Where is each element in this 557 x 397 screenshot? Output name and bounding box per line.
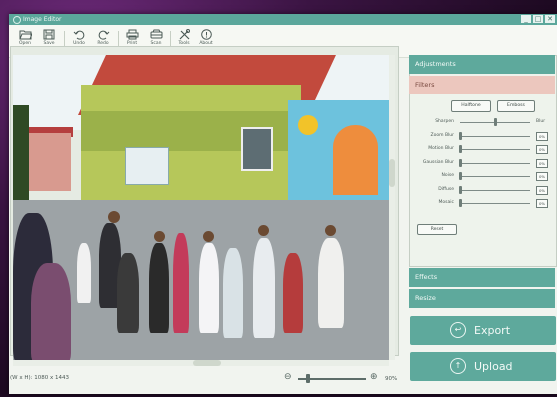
horizontal-scrollbar[interactable] [13,360,389,366]
filter-label: Gaussian Blur [422,159,454,165]
filter-slider[interactable] [460,162,530,164]
undo-icon [73,30,84,40]
filter-label: Motion Blur [428,146,454,151]
photo-person [199,243,219,333]
adjustments-header[interactable]: Adjustments [409,55,555,74]
photo-person [117,253,139,333]
zoom-out-icon[interactable]: ⊖ [284,372,292,382]
export-button[interactable]: ↩ Export [410,316,556,345]
filter-value-box[interactable]: 0% [536,158,548,168]
image-dimensions: (W x H): 1080 x 1443 [10,375,69,381]
upload-button[interactable]: ↑ Upload [410,352,556,381]
photo-person [283,253,303,333]
minimize-button[interactable]: _ [521,15,531,23]
photo-person [223,248,243,338]
filter-slider[interactable] [460,135,530,137]
filter-slider-thumb[interactable] [459,131,462,140]
emboss-button[interactable]: Emboss [497,100,535,112]
filter-value-box[interactable]: 0% [536,199,548,208]
tools-icon [179,29,190,40]
photo-person [318,238,344,328]
save-icon [43,29,55,40]
filter-value-box[interactable]: 0% [536,131,548,141]
photo-person [31,263,71,360]
photo-mural-house [333,125,378,195]
filters-header[interactable]: Filters [409,76,555,94]
photo-notice-board [125,147,169,185]
upload-icon: ↑ [450,358,466,374]
filter-label: Noise [441,173,454,178]
horizontal-scroll-thumb[interactable] [193,360,221,366]
vertical-scrollbar[interactable] [389,55,395,360]
filter-slider[interactable] [460,176,530,177]
filter-slider-thumb[interactable] [459,158,462,167]
reset-button[interactable]: Reset [417,224,457,235]
photo-person [77,243,91,303]
filter-label: Zoom Blur [430,132,454,138]
halftone-button[interactable]: Halftone [451,100,491,112]
photo-head [258,225,269,236]
filter-slider[interactable] [460,149,530,150]
photo-tree [13,105,29,215]
upload-label: Upload [474,360,513,373]
redo-icon [98,30,109,40]
title-bar: Image Editor _ □ ✕ [9,14,557,25]
filter-row: Sharpen Blur [410,117,556,127]
folder-open-icon [19,30,32,40]
photo-head [154,231,165,242]
filter-value-box[interactable]: 0% [536,145,548,154]
effects-header[interactable]: Effects [409,268,555,287]
filter-row: Mosaic 0% [410,198,556,208]
filter-slider-thumb[interactable] [459,145,462,153]
filter-slider-thumb[interactable] [459,199,462,207]
export-icon: ↩ [450,322,466,338]
filter-label: Mosaic [438,200,454,205]
filter-slider-thumb[interactable] [459,172,462,180]
image-canvas[interactable] [13,55,389,360]
resize-header[interactable]: Resize [409,289,555,308]
filter-row: Noise 0% [410,171,556,181]
zoom-slider-thumb[interactable] [306,374,311,383]
print-icon [126,29,138,40]
photo-person [149,243,169,333]
photo-head [325,225,336,236]
filter-label: Diffuse [438,186,454,192]
zoom-percent: 90% [385,376,398,382]
vertical-scroll-thumb[interactable] [389,159,395,187]
maximize-button[interactable]: □ [533,15,543,23]
filter-row: Motion Blur 0% [410,144,556,154]
photo-mural-sun [298,115,318,135]
photo-head [203,231,214,242]
photo-window [241,127,273,171]
filter-row: Diffuse 0% [410,185,556,195]
app-icon [13,16,21,24]
info-icon [200,29,212,40]
filter-row: Gaussian Blur 0% [410,158,556,168]
filter-slider-thumb[interactable] [459,185,462,194]
filter-slider-thumb[interactable] [494,118,497,126]
photo-person [173,233,189,333]
close-button[interactable]: ✕ [545,15,555,23]
filter-row: Zoom Blur 0% [410,131,556,141]
export-label: Export [474,324,511,337]
filter-value-box[interactable]: 0% [536,172,548,181]
photo-crowd [13,203,389,360]
filter-slider[interactable] [460,203,530,204]
scan-icon [150,29,162,39]
zoom-in-icon[interactable]: ⊕ [370,372,378,382]
photo-person [253,238,275,338]
filter-slider[interactable] [460,189,530,191]
window-title: Image Editor [23,16,62,23]
filter-end-label: Blur [536,119,546,124]
filter-value-box[interactable]: 0% [536,185,548,195]
filter-label: Sharpen [435,119,454,124]
photo-head [108,211,120,223]
